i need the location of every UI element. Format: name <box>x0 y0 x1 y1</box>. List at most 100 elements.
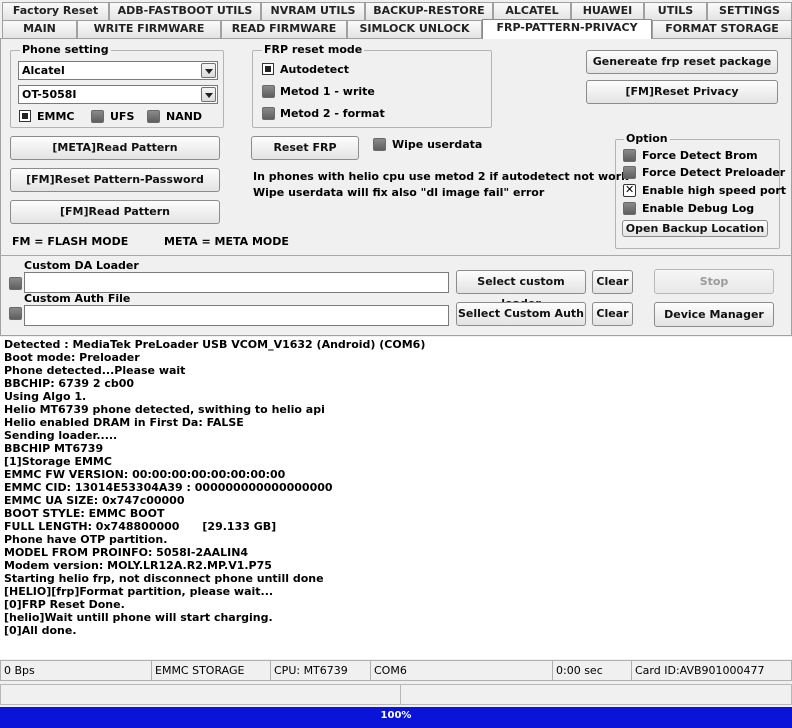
meta-mode-note: META = META MODE <box>164 235 289 248</box>
log-line: FULL LENGTH: 0x748800000 [29.133 GB] <box>4 520 277 533</box>
tab-simlock-unlock[interactable]: SIMLOCK UNLOCK <box>347 20 482 38</box>
emmc-radio[interactable] <box>19 110 31 122</box>
log-line: Phone have OTP partition. <box>4 533 168 546</box>
log-line: [0]All done. <box>4 624 77 637</box>
high-speed-port-checkbox[interactable] <box>623 183 636 197</box>
tab-adb-fastboot-utils[interactable]: ADB-FASTBOOT UTILS <box>109 2 261 20</box>
wipe-userdata-label: Wipe userdata <box>392 138 483 151</box>
log-line: EMMC UA SIZE: 0x747c00000 <box>4 494 185 507</box>
status-bar-secondary-right <box>400 684 792 705</box>
custom-auth-checkbox[interactable] <box>9 307 22 320</box>
clear-loader-button[interactable]: Clear <box>592 270 633 294</box>
open-backup-location-button[interactable]: Open Backup Location <box>622 220 768 237</box>
force-detect-preloader-checkbox[interactable] <box>623 166 636 179</box>
fm-read-pattern-button[interactable]: [FM]Read Pattern <box>10 200 220 224</box>
tab-read-firmware[interactable]: READ FIRMWARE <box>221 20 347 38</box>
metod1-radio[interactable] <box>262 85 275 98</box>
force-detect-brom-checkbox[interactable] <box>623 149 636 162</box>
custom-auth-label: Custom Auth File <box>24 292 131 305</box>
log-line: Sending loader..... <box>4 429 118 442</box>
helio-note: In phones with helio cpu use metod 2 if … <box>253 170 629 183</box>
log-line: BBCHIP MT6739 <box>4 442 104 455</box>
log-line: [1]Storage EMMC <box>4 455 112 468</box>
brand-select[interactable]: Alcatel <box>18 61 218 80</box>
model-select[interactable]: OT-5058I <box>18 85 218 104</box>
autodetect-radio[interactable] <box>262 63 274 75</box>
log-line: BOOT STYLE: EMMC BOOT <box>4 507 165 520</box>
chevron-down-icon[interactable] <box>201 63 216 78</box>
tab-alcatel[interactable]: ALCATEL <box>493 2 571 20</box>
log-line: Detected : MediaTek PreLoader USB VCOM_V… <box>4 338 426 351</box>
nand-radio[interactable] <box>147 110 160 123</box>
select-custom-loader-button[interactable]: Select custom loader <box>456 270 586 310</box>
clear-auth-button[interactable]: Clear <box>592 302 633 326</box>
metod2-radio[interactable] <box>262 107 275 120</box>
brand-select-value: Alcatel <box>22 64 65 77</box>
log-line: EMMC CID: 13014E53304A39 : 0000000000000… <box>4 481 333 494</box>
log-line: [0]FRP Reset Done. <box>4 598 125 611</box>
metod2-label: Metod 2 - format <box>280 107 385 120</box>
log-line: BBCHIP: 6739 2 cb00 <box>4 377 135 390</box>
nand-label: NAND <box>166 110 203 123</box>
fm-reset-privacy-button[interactable]: [FM]Reset Privacy <box>586 80 778 104</box>
debug-log-checkbox[interactable] <box>623 202 636 215</box>
tab-utils[interactable]: UTILS <box>644 2 707 20</box>
force-detect-brom-label: Force Detect Brom <box>642 149 758 162</box>
log-line: [helio]Wait untill phone will start char… <box>4 611 273 624</box>
status-cpu: CPU: MT6739 <box>270 660 371 681</box>
log-line: MODEL FROM PROINFO: 5058I-2AALIN4 <box>4 546 249 559</box>
high-speed-port-label: Enable high speed port <box>642 184 786 197</box>
fm-reset-pattern-button[interactable]: [FM]Reset Pattern-Password <box>10 168 220 192</box>
custom-da-input[interactable] <box>24 272 449 293</box>
wipe-userdata-checkbox[interactable] <box>373 138 386 151</box>
log-line: Phone detected...Please wait <box>4 364 186 377</box>
log-line: Starting helio frp, not disconnect phone… <box>4 572 324 585</box>
log-line: Helio enabled DRAM in First Da: FALSE <box>4 416 244 429</box>
log-line: Using Algo 1. <box>4 390 87 403</box>
status-bar-secondary-left <box>0 684 401 705</box>
tab-backup-restore[interactable]: BACKUP-RESTORE <box>365 2 493 20</box>
log-line: EMMC FW VERSION: 00:00:00:00:00:00:00:00 <box>4 468 286 481</box>
chevron-down-icon[interactable] <box>201 87 216 102</box>
reset-frp-button[interactable]: Reset FRP <box>251 136 359 160</box>
device-manager-button[interactable]: Device Manager <box>654 302 774 327</box>
tab-factory-reset[interactable]: Factory Reset <box>2 2 109 20</box>
frp-mode-title: FRP reset mode <box>262 43 365 56</box>
log-line: Helio MT6739 phone detected, swithing to… <box>4 403 325 416</box>
status-time: 0:00 sec <box>552 660 632 681</box>
log-line: Boot mode: Preloader <box>4 351 140 364</box>
wipe-note: Wipe userdata will fix also "dl image fa… <box>253 186 545 199</box>
log-line: [HELIO][frp]Format partition, please wai… <box>4 585 274 598</box>
custom-da-label: Custom DA Loader <box>24 259 139 272</box>
status-port: COM6 <box>370 660 553 681</box>
progress-bar: 100% <box>0 707 792 728</box>
tab-write-firmware[interactable]: WRITE FIRMWARE <box>77 20 221 38</box>
tab-main[interactable]: MAIN <box>2 20 77 38</box>
select-custom-auth-button[interactable]: Sellect Custom Auth <box>456 302 586 326</box>
emmc-label: EMMC <box>37 110 75 123</box>
custom-auth-input[interactable] <box>24 305 449 326</box>
status-speed: 0 Bps <box>0 660 152 681</box>
fm-mode-note: FM = FLASH MODE <box>12 235 129 248</box>
force-detect-preloader-label: Force Detect Preloader <box>642 166 786 179</box>
tab-huawei[interactable]: HUAWEI <box>571 2 644 20</box>
tab-frp-pattern-privacy[interactable]: FRP-PATTERN-PRIVACY <box>482 19 652 39</box>
log-line: Modem version: MOLY.LR12A.R2.MP.V1.P75 <box>4 559 272 572</box>
progress-label: 100% <box>380 710 412 721</box>
meta-read-pattern-button[interactable]: [META]Read Pattern <box>10 136 220 160</box>
phone-setting-title: Phone setting <box>20 43 111 56</box>
custom-da-checkbox[interactable] <box>9 277 22 290</box>
generate-frp-package-button[interactable]: Genereate frp reset package <box>586 50 778 74</box>
ufs-radio[interactable] <box>91 110 104 123</box>
option-title: Option <box>624 132 670 145</box>
log-output[interactable]: Detected : MediaTek PreLoader USB VCOM_V… <box>0 337 792 659</box>
ufs-label: UFS <box>110 110 135 123</box>
tab-nvram-utils[interactable]: NVRAM UTILS <box>261 2 365 20</box>
model-select-value: OT-5058I <box>22 88 77 101</box>
stop-button[interactable]: Stop <box>654 269 774 294</box>
status-storage: EMMC STORAGE <box>151 660 271 681</box>
status-card-id: Card ID:AVB901000477 <box>631 660 792 681</box>
tab-format-storage[interactable]: FORMAT STORAGE <box>652 20 792 38</box>
autodetect-label: Autodetect <box>280 63 349 76</box>
tab-settings[interactable]: SETTINGS <box>707 2 792 20</box>
